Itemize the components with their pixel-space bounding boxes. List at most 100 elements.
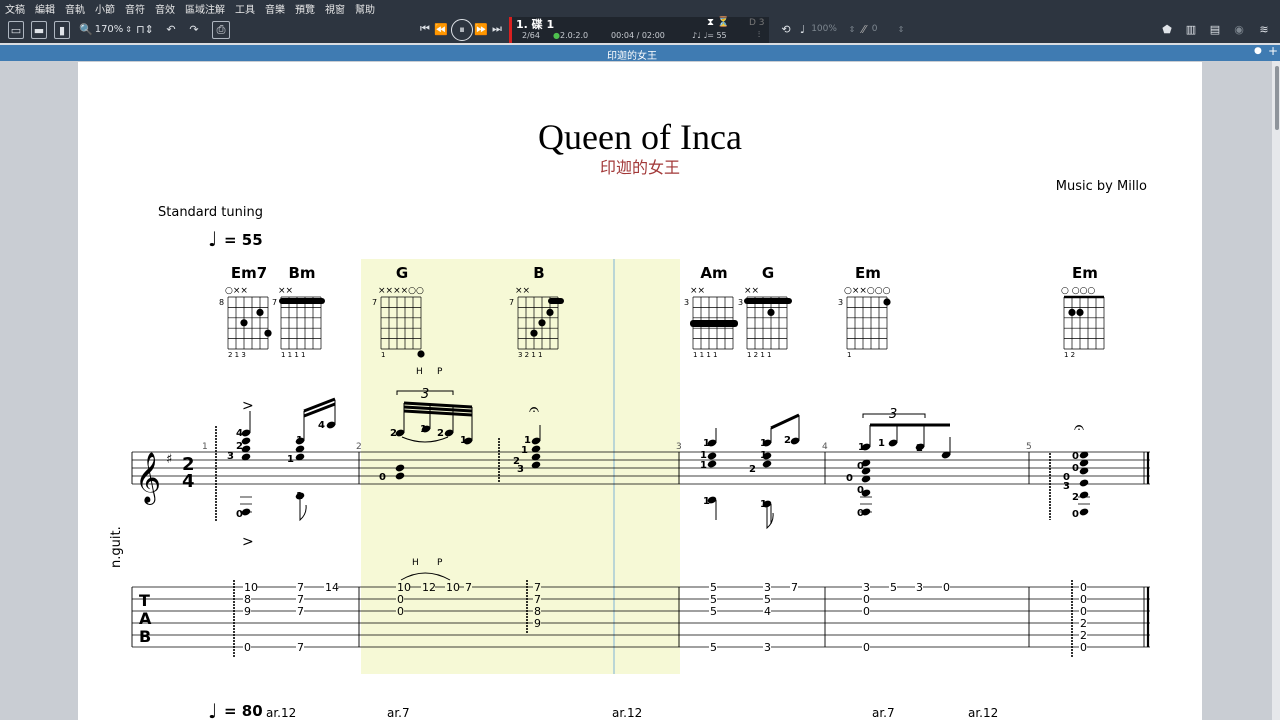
tab-number: 14 [325, 581, 339, 594]
chord-start-fret: 3 [838, 298, 843, 307]
finger-number: 3 [517, 464, 524, 475]
chord-start-fret: 3 [684, 298, 689, 307]
finger-number: 0 [236, 509, 243, 520]
chord-finger-dot [1068, 308, 1076, 316]
tab-number: 7 [297, 641, 304, 654]
finger-number: 2 [437, 428, 444, 439]
note-head [1079, 508, 1089, 516]
finger-number: 1 [703, 496, 710, 507]
chord-start-fret: 7 [372, 298, 377, 307]
chord-open-strings: ○××○○○ [844, 286, 891, 296]
finger-number: 4 [318, 420, 325, 431]
chord-barre [279, 298, 325, 304]
finger-number: 0 [1072, 451, 1079, 462]
tuplet-number-2: 3 [889, 407, 897, 422]
finger-number: 1 [878, 438, 885, 449]
note-head [707, 452, 717, 460]
chord-barre [690, 320, 738, 327]
finger-number: 1 [703, 438, 710, 449]
chord-barre [548, 298, 564, 304]
instrument-label: n.guit. [109, 526, 124, 568]
chord-barre [744, 298, 792, 304]
chord-finger-dot [767, 308, 775, 316]
chord-finger-dot [538, 319, 546, 327]
measure-number-1: 1 [202, 442, 208, 452]
tab-number: 0 [397, 605, 404, 618]
score-canvas: Queen of Inca 印迦的女王 Music by Millo Stand… [109, 117, 1150, 720]
measure-number-3: 3 [676, 442, 682, 452]
measure-number-5: 5 [1026, 442, 1032, 452]
note-head [1079, 479, 1089, 487]
chord-start-fret: 8 [219, 298, 224, 307]
tab-number: 5 [710, 641, 717, 654]
tab-number: 7 [297, 605, 304, 618]
chord-start-fret: 3 [738, 298, 743, 307]
tab-number: 0 [943, 581, 950, 594]
finger-number: 1 [296, 435, 303, 446]
finger-number: 0 [857, 485, 864, 496]
tab-number: 5 [890, 581, 897, 594]
finger-number: 1 [760, 450, 767, 461]
fermata-icon-end: 𝄐 [1074, 417, 1084, 438]
finger-number: 1 [287, 454, 294, 465]
chord-name: Em [1072, 264, 1098, 282]
key-signature-sharp: ♯ [166, 452, 172, 467]
chord-name: G [396, 264, 408, 282]
time-signature-denominator: 4 [182, 471, 195, 492]
chord-fingering: 3 2 1 1 [518, 351, 543, 359]
finger-number: 0 [846, 473, 853, 484]
finger-number: 1 [760, 438, 767, 449]
tab-number: 0 [863, 605, 870, 618]
chord-finger-dot [1076, 308, 1084, 316]
fermata-icon: 𝄐 [529, 399, 539, 420]
score-subtitle: 印迦的女王 [600, 158, 680, 177]
tab-number: 0 [244, 641, 251, 654]
tab-clef-t: T [139, 591, 150, 610]
chord-open-strings: ×× [515, 286, 530, 296]
tab-clef-a: A [139, 609, 152, 628]
pull-off-marker: P [437, 367, 443, 377]
tab-number: 3 [764, 641, 771, 654]
chord-open-strings: ×× [278, 286, 293, 296]
note-flag [766, 504, 774, 530]
finger-number: 0 [379, 472, 386, 483]
pull-off-marker-tab: P [437, 558, 443, 568]
finger-number: 1 [858, 442, 865, 453]
tab-number: 7 [791, 581, 798, 594]
accent-icon: > [242, 398, 254, 414]
tab-number: 0 [863, 641, 870, 654]
chord-name: Em [855, 264, 881, 282]
note-beam [770, 413, 800, 430]
chord-open-strings: ×× [690, 286, 705, 296]
composer: Music by Millo [1056, 179, 1147, 194]
tempo-marking: = 55 [224, 231, 263, 249]
tab-number: 9 [244, 605, 251, 618]
hammer-on-marker: H [416, 367, 423, 377]
tuning-label: Standard tuning [158, 205, 263, 220]
chord-finger-dot [417, 350, 425, 358]
harmonic-marker: ar.12 [612, 706, 642, 720]
finger-number: 0 [1072, 463, 1079, 474]
chord-start-fret: 7 [509, 298, 514, 307]
chord-open-strings: ×× [744, 286, 759, 296]
score-title: Queen of Inca [538, 117, 742, 157]
chord-fingering: 1 2 1 1 [747, 351, 772, 359]
chord-finger-dot [256, 308, 264, 316]
hammer-on-marker-tab: H [412, 558, 419, 568]
tempo-note-icon: ♩ [208, 227, 217, 251]
harmonic-marker: ar.12 [266, 706, 296, 720]
finger-number: 3 [1063, 481, 1070, 492]
tempo-marking-2: = 80 [224, 702, 263, 720]
finger-number: 1 [521, 445, 528, 456]
chord-fingering: 1 [847, 351, 851, 359]
chord-finger-dot [530, 329, 538, 337]
finger-number: 4 [236, 428, 243, 439]
tempo-note-icon-2: ♩ [208, 699, 217, 720]
chord-open-strings: ○×× [225, 286, 248, 296]
measure-number-2: 2 [356, 442, 362, 452]
chord-fingering: 1 2 [1064, 351, 1075, 359]
finger-number: 2 [784, 435, 791, 446]
chord-fingering: 2 1 3 [228, 351, 246, 359]
accent-icon-low: > [242, 534, 254, 550]
tab-number: 0 [1080, 641, 1087, 654]
